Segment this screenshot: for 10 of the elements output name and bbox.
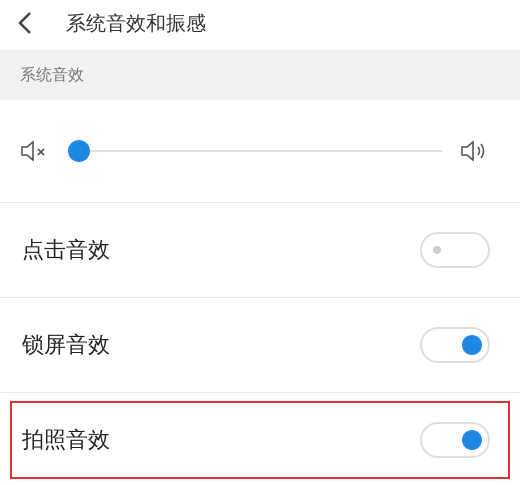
toggle-switch[interactable] [420, 232, 490, 268]
toggle-switch[interactable] [420, 327, 490, 363]
slider-thumb[interactable] [68, 140, 90, 162]
toggle-switch[interactable] [420, 422, 490, 458]
back-icon[interactable] [18, 11, 32, 35]
section-title: 系统音效 [20, 64, 84, 86]
setting-label: 拍照音效 [22, 427, 110, 455]
setting-label: 点击音效 [22, 237, 110, 265]
setting-label: 锁屏音效 [22, 332, 110, 360]
page-title: 系统音效和振感 [66, 10, 206, 36]
